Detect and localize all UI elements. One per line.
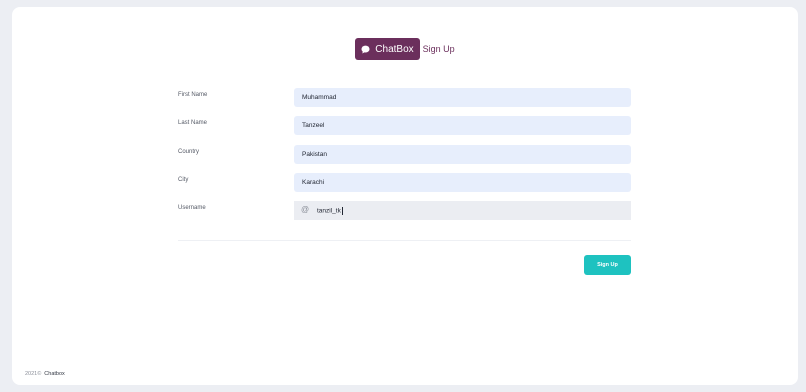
city-row: City Karachi [178,173,631,192]
first-name-input[interactable]: Muhammad [294,88,631,107]
country-input[interactable]: Pakistan [294,145,631,164]
form-divider [178,240,631,241]
at-sign-icon: @ [301,205,310,214]
copyright-year: 2021© [25,371,42,377]
username-row: Username tanzil_tk @ [178,201,631,220]
country-row: Country Pakistan [178,145,631,164]
username-value: tanzil_tk [317,207,341,215]
footer: 2021© Chatbox [25,371,65,377]
brand-badge: ChatBox [355,38,420,60]
first-name-label: First Name [178,92,208,98]
country-label: Country [178,149,200,155]
brand-name: ChatBox [375,43,414,55]
city-label: City [178,177,189,183]
username-input[interactable]: tanzil_tk [294,201,631,220]
text-cursor [341,207,343,215]
last-name-input[interactable]: Tanzeel [294,116,631,135]
last-name-row: Last Name Tanzeel [178,116,631,135]
footer-brand: Chatbox [44,371,65,377]
first-name-row: First Name Muhammad [178,88,631,107]
signup-card: ChatBox Sign Up First Name Muhammad Last… [12,7,798,385]
chat-bubble-icon [361,45,370,54]
page-header: ChatBox Sign Up [12,38,798,60]
last-name-label: Last Name [178,120,208,126]
username-label: Username [178,205,206,211]
city-input[interactable]: Karachi [294,173,631,192]
sign-up-button[interactable]: Sign Up [584,255,631,275]
page-title: Sign Up [422,44,455,54]
